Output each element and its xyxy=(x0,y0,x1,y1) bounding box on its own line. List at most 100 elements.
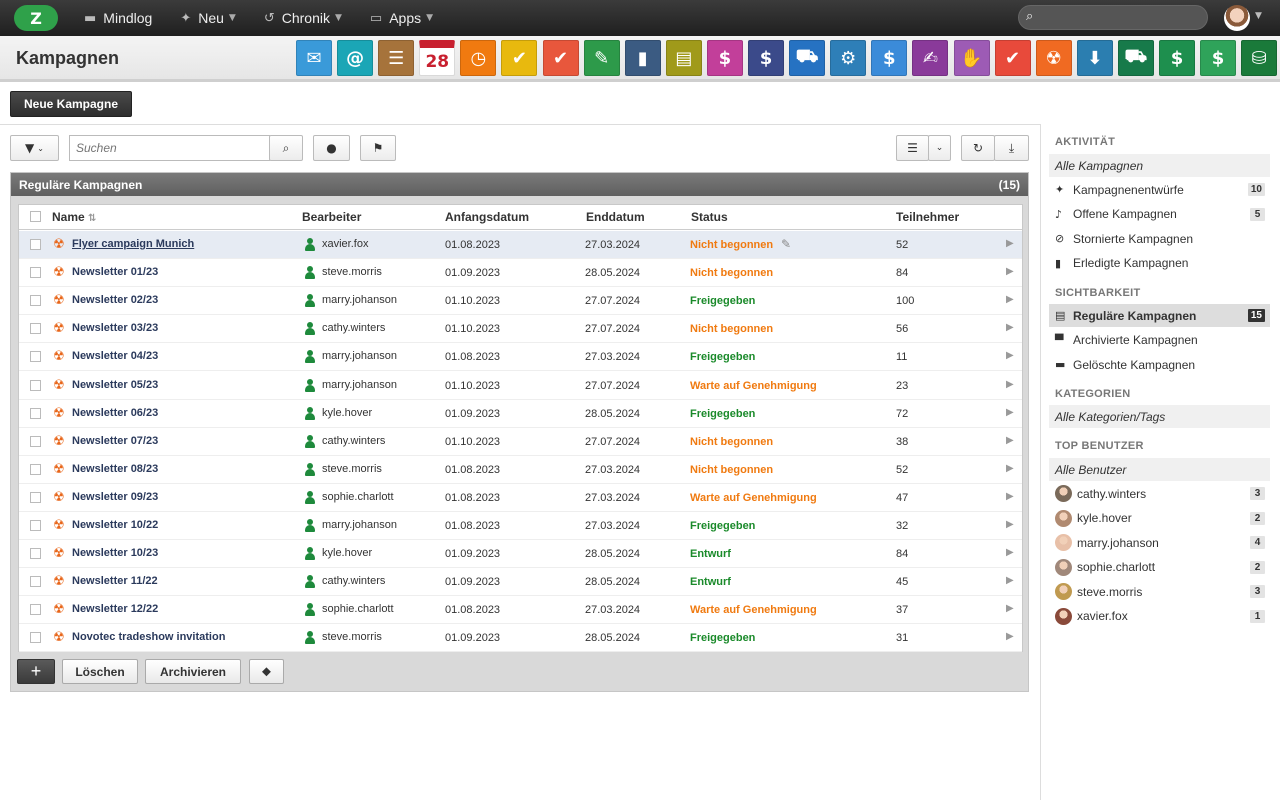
row-checkbox[interactable] xyxy=(30,435,41,447)
table-row[interactable]: ☢ Newsletter 12/22 sophie.charlott 01.08.20… xyxy=(19,596,1022,625)
sidebar-item-visibility-0[interactable]: ▤ Reguläre Kampagnen 15 xyxy=(1049,304,1270,327)
editor-name[interactable]: kyle.hover xyxy=(322,547,372,559)
user-avatar[interactable] xyxy=(1224,5,1250,31)
filter-button[interactable]: ▼ ⌄ xyxy=(10,135,59,161)
editor-name[interactable]: sophie.charlott xyxy=(322,491,394,503)
table-row[interactable]: ☢ Flyer campaign Munich xavier.fox 01.08.20… xyxy=(19,231,1022,260)
editor-name[interactable]: marry.johanson xyxy=(322,379,397,391)
column-end-date[interactable]: Enddatum xyxy=(586,210,645,224)
row-action-icon[interactable]: ▶ xyxy=(1006,435,1014,446)
table-row[interactable]: ☢ Newsletter 11/22 cathy.winters 01.09.2023… xyxy=(19,568,1022,597)
tasks-app-icon[interactable]: ✔ xyxy=(501,40,538,76)
row-checkbox[interactable] xyxy=(30,379,41,391)
campaign-name-link[interactable]: Newsletter 03/23 xyxy=(72,322,158,334)
campaign-name-link[interactable]: Flyer campaign Munich xyxy=(72,238,194,250)
notes-app-icon[interactable]: ✎ xyxy=(583,40,620,76)
campaign-name-link[interactable]: Newsletter 01/23 xyxy=(72,266,158,278)
row-checkbox[interactable] xyxy=(30,323,41,335)
export-button[interactable]: ⤓ xyxy=(994,135,1029,161)
sidebar-item-user[interactable]: xavier.fox 1 xyxy=(1049,605,1270,628)
sidebar-item-activity-0[interactable]: ✦ Kampagnenentwürfe 10 xyxy=(1049,178,1270,201)
row-checkbox[interactable] xyxy=(30,632,41,644)
row-action-icon[interactable]: ▶ xyxy=(1006,322,1014,333)
row-checkbox[interactable] xyxy=(30,463,41,475)
campaign-name-link[interactable]: Newsletter 07/23 xyxy=(72,435,158,447)
row-checkbox[interactable] xyxy=(30,604,41,616)
app-logo[interactable]: Z xyxy=(14,5,58,31)
column-status[interactable]: Status xyxy=(691,210,728,224)
row-checkbox[interactable] xyxy=(30,407,41,419)
campaign-name-link[interactable]: Newsletter 11/22 xyxy=(72,575,158,587)
helpdesk-app-icon[interactable]: $ xyxy=(706,40,743,76)
delete-button[interactable]: Löschen xyxy=(62,659,138,684)
table-row[interactable]: ☢ Newsletter 09/23 sophie.charlott 01.08.20… xyxy=(19,484,1022,512)
column-start-date[interactable]: Anfangsdatum xyxy=(445,210,529,224)
row-action-icon[interactable]: ▶ xyxy=(1006,350,1014,361)
sidebar-item-all-users[interactable]: Alle Benutzer xyxy=(1049,458,1270,481)
table-row[interactable]: ☢ Newsletter 10/23 kyle.hover 01.09.2023 28.… xyxy=(19,540,1022,569)
campaign-name-link[interactable]: Newsletter 09/23 xyxy=(72,491,158,503)
column-participants[interactable]: Teilnehmer xyxy=(896,210,959,224)
row-checkbox[interactable] xyxy=(30,351,41,363)
sidebar-item-user[interactable]: cathy.winters 3 xyxy=(1049,482,1270,505)
pdf-app-icon[interactable]: ✔ xyxy=(994,40,1031,76)
sidebar-item-activity-3[interactable]: ▮ Erledigte Kampagnen xyxy=(1049,252,1270,275)
tag-button[interactable]: ⬥ xyxy=(249,659,284,684)
sidebar-item-user[interactable]: kyle.hover 2 xyxy=(1049,507,1270,530)
column-name[interactable]: Name ⇅ xyxy=(52,210,96,224)
user-filter-button[interactable]: ● xyxy=(313,135,350,161)
chevron-down-icon[interactable]: ▼ xyxy=(1255,11,1262,21)
editor-name[interactable]: marry.johanson xyxy=(322,294,397,306)
table-row[interactable]: ☢ Newsletter 04/23 marry.johanson 01.08.202… xyxy=(19,343,1022,372)
row-checkbox[interactable] xyxy=(30,267,41,279)
finance-app-icon[interactable]: $ xyxy=(748,40,785,76)
email-app-icon[interactable]: ✉ xyxy=(296,40,332,76)
sort-icon[interactable]: ⇅ xyxy=(88,213,96,224)
row-action-icon[interactable]: ▶ xyxy=(1006,519,1014,530)
sidebar-item-all-campaigns[interactable]: Alle Kampagnen xyxy=(1049,154,1270,177)
row-action-icon[interactable]: ▶ xyxy=(1006,491,1014,502)
campaign-name-link[interactable]: Newsletter 08/23 xyxy=(72,463,158,475)
timer-app-icon[interactable]: ◷ xyxy=(460,40,497,76)
nav-chronik[interactable]: ↺ Chronik ▼ xyxy=(264,0,342,36)
row-action-icon[interactable]: ▶ xyxy=(1006,238,1014,249)
row-checkbox[interactable] xyxy=(30,239,41,250)
campaign-name-link[interactable]: Newsletter 05/23 xyxy=(72,379,158,391)
sidebar-item-activity-1[interactable]: ♪ Offene Kampagnen 5 xyxy=(1049,203,1270,226)
table-row[interactable]: ☢ Newsletter 02/23 marry.johanson 01.10.202… xyxy=(19,287,1022,316)
nav-mindlog[interactable]: ▬ Mindlog xyxy=(84,0,152,36)
table-row[interactable]: ☢ Newsletter 07/23 cathy.winters 01.10.2023… xyxy=(19,428,1022,456)
row-action-icon[interactable]: ▶ xyxy=(1006,294,1014,305)
nav-neu[interactable]: ✦ Neu ▼ xyxy=(180,0,236,36)
campaigns-app-icon[interactable]: ☢ xyxy=(1035,40,1072,76)
sales-app-icon[interactable]: $ xyxy=(1158,40,1195,76)
flag-filter-button[interactable]: ⚑ xyxy=(360,135,396,161)
new-campaign-button[interactable]: Neue Kampagne xyxy=(10,91,132,117)
row-action-icon[interactable]: ▶ xyxy=(1006,407,1014,418)
table-row[interactable]: ☢ Novotec tradeshow invitation steve.morri… xyxy=(19,624,1022,653)
table-row[interactable]: ☢ Newsletter 05/23 marry.johanson 01.10.202… xyxy=(19,372,1022,400)
sidebar-item-activity-2[interactable]: ⊘ Stornierte Kampagnen xyxy=(1049,227,1270,250)
search-button[interactable]: ⌕ xyxy=(269,135,303,161)
bookmarks-app-icon[interactable]: ▮ xyxy=(624,40,661,76)
products-app-icon[interactable]: $ xyxy=(1200,40,1237,76)
projects-app-icon[interactable]: ✔ xyxy=(542,40,579,76)
documents-app-icon[interactable]: ▤ xyxy=(665,40,702,76)
row-action-icon[interactable]: ▶ xyxy=(1006,575,1014,586)
table-row[interactable]: ☢ Newsletter 08/23 steve.morris 01.08.2023 2… xyxy=(19,456,1022,484)
editor-name[interactable]: cathy.winters xyxy=(322,575,385,587)
budget-app-icon[interactable]: $ xyxy=(871,40,908,76)
email-templates-app-icon[interactable]: @ xyxy=(337,40,374,76)
editor-name[interactable]: sophie.charlott xyxy=(322,603,394,615)
sidebar-item-all-categories[interactable]: Alle Kategorien/Tags xyxy=(1049,405,1270,428)
row-checkbox[interactable] xyxy=(30,491,41,503)
row-checkbox[interactable] xyxy=(30,295,41,307)
column-editor[interactable]: Bearbeiter xyxy=(302,210,361,224)
row-action-icon[interactable]: ▶ xyxy=(1006,631,1014,642)
editor-name[interactable]: marry.johanson xyxy=(322,519,397,531)
editor-name[interactable]: steve.morris xyxy=(322,266,382,278)
editor-name[interactable]: xavier.fox xyxy=(322,238,368,250)
row-checkbox[interactable] xyxy=(30,576,41,588)
nav-apps[interactable]: ▭ Apps ▼ xyxy=(370,0,433,36)
sidebar-item-user[interactable]: sophie.charlott 2 xyxy=(1049,556,1270,579)
